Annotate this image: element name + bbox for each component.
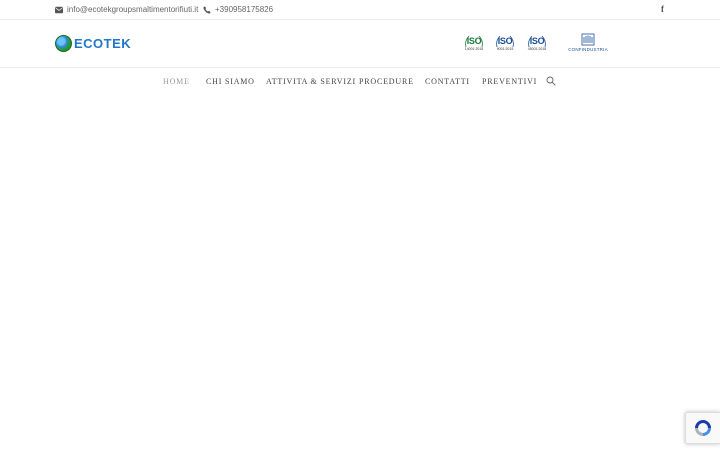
confindustria-logo: CONFINDUSTRIA	[568, 33, 608, 55]
laurel-icon	[496, 35, 514, 48]
site-header: ECOTEK ISO 14001:2015 ISO 9001:2015 ISO …	[0, 20, 720, 68]
nav-item-procedure[interactable]: PROCEDURE	[359, 77, 414, 86]
phone-contact[interactable]: +390958175826	[203, 5, 273, 14]
main-nav: HOME CHI SIAMO ATTIVITA & SERVIZI PROCED…	[0, 68, 720, 94]
laurel-icon	[465, 35, 483, 48]
ecotek-logo[interactable]: ECOTEK	[55, 33, 141, 53]
iso-9001-badge: ISO 9001:2015	[494, 33, 516, 55]
recaptcha-icon	[695, 420, 711, 436]
nav-item-preventivi[interactable]: PREVENTIVI	[482, 77, 537, 86]
laurel-icon	[528, 35, 546, 48]
facebook-icon[interactable]: f	[661, 4, 664, 14]
main-content	[0, 94, 720, 450]
nav-item-contatti[interactable]: CONTATTI	[425, 77, 470, 86]
confindustria-emblem-icon	[581, 33, 595, 46]
iso-45001-badge: ISO 45001:2018	[526, 33, 548, 55]
nav-item-home[interactable]: HOME	[163, 77, 190, 86]
top-bar: info@ecotekgroupsmaltimentorifiuti.it +3…	[0, 0, 720, 20]
nav-item-chi-siamo[interactable]: CHI SIAMO	[206, 77, 255, 86]
confindustria-label: CONFINDUSTRIA	[568, 47, 608, 52]
phone-icon	[203, 5, 211, 14]
phone-text[interactable]: +390958175826	[215, 5, 273, 14]
globe-icon	[55, 34, 72, 52]
envelope-icon	[55, 6, 63, 13]
iso-14001-badge: ISO 14001:2015	[463, 33, 485, 55]
nav-item-attivita-servizi[interactable]: ATTIVITA & SERVIZI	[266, 77, 356, 86]
email-text[interactable]: info@ecotekgroupsmaltimentorifiuti.it	[67, 5, 198, 14]
email-contact[interactable]: info@ecotekgroupsmaltimentorifiuti.it	[55, 5, 198, 14]
logo-wordmark: ECOTEK	[74, 35, 132, 51]
recaptcha-badge[interactable]	[685, 412, 720, 444]
search-icon[interactable]	[546, 76, 556, 86]
